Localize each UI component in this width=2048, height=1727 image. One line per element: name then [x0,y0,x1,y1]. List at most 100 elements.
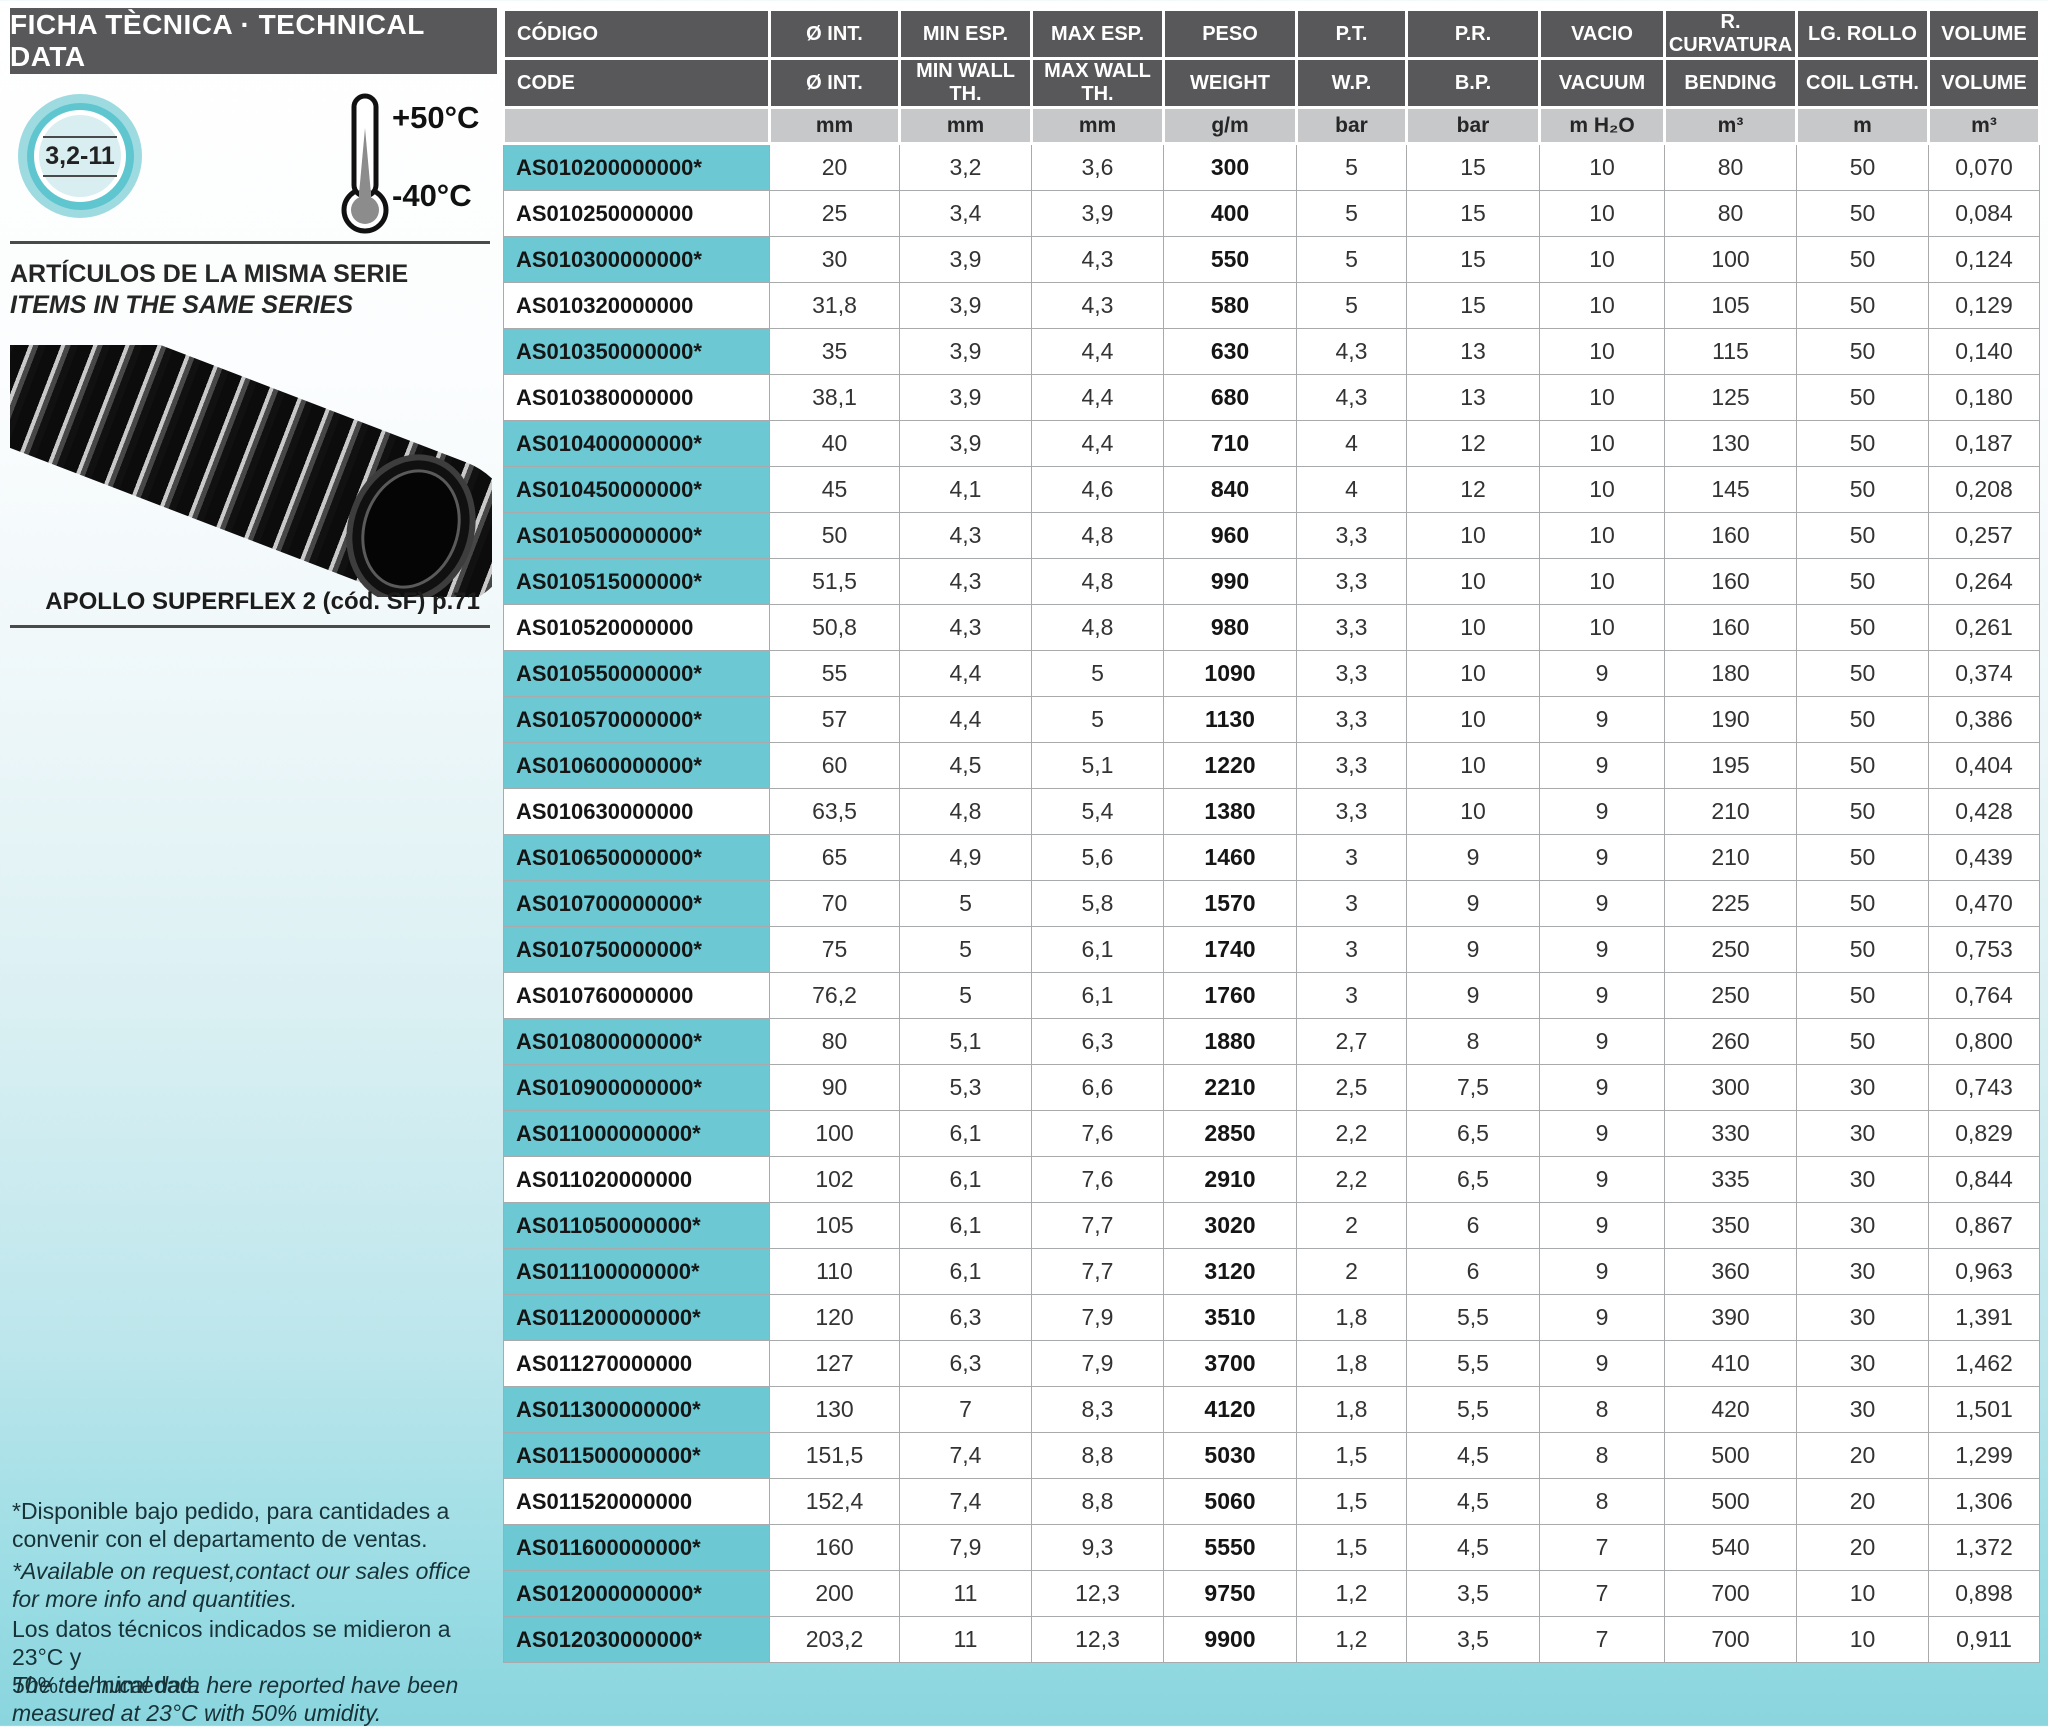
cell-burst-pressure: 12 [1407,467,1540,513]
hose-product-image [10,345,492,597]
cell-coil-length: 50 [1797,927,1929,973]
cell-burst-pressure: 13 [1407,375,1540,421]
cell-volume: 0,257 [1929,513,2040,559]
cell-max-wall-thickness: 7,7 [1032,1249,1164,1295]
cell-min-wall-thickness: 4,1 [900,467,1032,513]
max-temperature-label: +50°C [392,100,495,136]
cell-vacuum: 8 [1540,1433,1665,1479]
cell-weight: 680 [1164,375,1297,421]
cell-coil-length: 20 [1797,1479,1929,1525]
table-row: AS010200000000*203,23,63005151080500,070 [504,144,2040,191]
cell-min-wall-thickness: 3,9 [900,237,1032,283]
size-range-badge-icon: 3,2-11 [18,94,142,218]
cell-burst-pressure: 4,5 [1407,1479,1540,1525]
cell-volume: 0,844 [1929,1157,2040,1203]
cell-volume: 0,264 [1929,559,2040,605]
cell-min-wall-thickness: 5 [900,881,1032,927]
cell-working-pressure: 3 [1297,927,1407,973]
cell-coil-length: 50 [1797,881,1929,927]
cell-inner-diameter: 60 [770,743,900,789]
product-code-cell: AS010700000000* [504,881,770,927]
thermometer-icon [338,90,392,243]
header-bp: B.P. [1407,59,1540,108]
cell-max-wall-thickness: 6,1 [1032,973,1164,1019]
cell-min-wall-thickness: 4,5 [900,743,1032,789]
cell-min-wall-thickness: 11 [900,1617,1032,1663]
cell-working-pressure: 3,3 [1297,697,1407,743]
cell-vacuum: 10 [1540,375,1665,421]
cell-min-wall-thickness: 5,1 [900,1019,1032,1065]
cell-working-pressure: 2 [1297,1249,1407,1295]
product-code-cell: AS010550000000* [504,651,770,697]
cell-burst-pressure: 12 [1407,421,1540,467]
cell-inner-diameter: 75 [770,927,900,973]
cell-min-wall-thickness: 7 [900,1387,1032,1433]
cell-min-wall-thickness: 5 [900,973,1032,1019]
cell-min-wall-thickness: 3,2 [900,144,1032,191]
unit-weight: g/m [1164,108,1297,144]
table-row: AS010750000000*7556,11740399250500,753 [504,927,2040,973]
cell-burst-pressure: 3,5 [1407,1617,1540,1663]
cell-volume: 0,208 [1929,467,2040,513]
cell-working-pressure: 5 [1297,283,1407,329]
cell-vacuum: 9 [1540,697,1665,743]
table-row: AS012030000000*203,21112,399001,23,57700… [504,1617,2040,1663]
cell-vacuum: 8 [1540,1479,1665,1525]
header-min-esp: MIN ESP. [900,10,1032,59]
cell-volume: 0,129 [1929,283,2040,329]
cell-volume: 0,070 [1929,144,2040,191]
table-row: AS010700000000*7055,81570399225500,470 [504,881,2040,927]
cell-bending-radius: 160 [1665,559,1797,605]
cell-bending-radius: 210 [1665,835,1797,881]
product-code-cell: AS010630000000 [504,789,770,835]
table-row: AS010450000000*454,14,684041210145500,20… [504,467,2040,513]
technical-data-table: CÓDIGO Ø INT. MIN ESP. MAX ESP. PESO P.T… [502,8,2041,1663]
product-code-cell: AS011270000000 [504,1341,770,1387]
cell-volume: 0,743 [1929,1065,2040,1111]
cell-working-pressure: 1,5 [1297,1433,1407,1479]
cell-working-pressure: 5 [1297,237,1407,283]
cell-vacuum: 10 [1540,191,1665,237]
cell-working-pressure: 1,2 [1297,1571,1407,1617]
unit-coil-length: m [1797,108,1929,144]
cell-coil-length: 50 [1797,697,1929,743]
cell-working-pressure: 3,3 [1297,605,1407,651]
product-code-cell: AS010500000000* [504,513,770,559]
cell-burst-pressure: 9 [1407,973,1540,1019]
cell-working-pressure: 3 [1297,973,1407,1019]
cell-weight: 1570 [1164,881,1297,927]
product-code-cell: AS010250000000 [504,191,770,237]
product-code-cell: AS010650000000* [504,835,770,881]
product-code-cell: AS010200000000* [504,144,770,191]
cell-weight: 840 [1164,467,1297,513]
cell-bending-radius: 250 [1665,927,1797,973]
cell-bending-radius: 260 [1665,1019,1797,1065]
product-code-cell: AS010800000000* [504,1019,770,1065]
product-code-cell: AS012000000000* [504,1571,770,1617]
table-row: AS010400000000*403,94,471041210130500,18… [504,421,2040,467]
cell-volume: 0,374 [1929,651,2040,697]
cell-working-pressure: 2 [1297,1203,1407,1249]
same-series-title-es: ARTÍCULOS DE LA MISMA SERIE [10,260,408,289]
divider [10,241,490,244]
unit-vacuum: m H₂O [1540,108,1665,144]
cell-bending-radius: 360 [1665,1249,1797,1295]
cell-max-wall-thickness: 4,8 [1032,605,1164,651]
cell-volume: 0,180 [1929,375,2040,421]
cell-volume: 0,867 [1929,1203,2040,1249]
cell-max-wall-thickness: 4,6 [1032,467,1164,513]
cell-max-wall-thickness: 4,3 [1032,283,1164,329]
unit-burst-pressure: bar [1407,108,1540,144]
cell-burst-pressure: 13 [1407,329,1540,375]
cell-coil-length: 30 [1797,1203,1929,1249]
cell-volume: 1,306 [1929,1479,2040,1525]
header-weight: WEIGHT [1164,59,1297,108]
cell-coil-length: 30 [1797,1341,1929,1387]
cell-weight: 1760 [1164,973,1297,1019]
cell-min-wall-thickness: 3,9 [900,283,1032,329]
cell-max-wall-thickness: 7,9 [1032,1295,1164,1341]
cell-vacuum: 7 [1540,1571,1665,1617]
cell-working-pressure: 1,8 [1297,1387,1407,1433]
table-row: AS011600000000*1607,99,355501,54,5754020… [504,1525,2040,1571]
cell-inner-diameter: 30 [770,237,900,283]
